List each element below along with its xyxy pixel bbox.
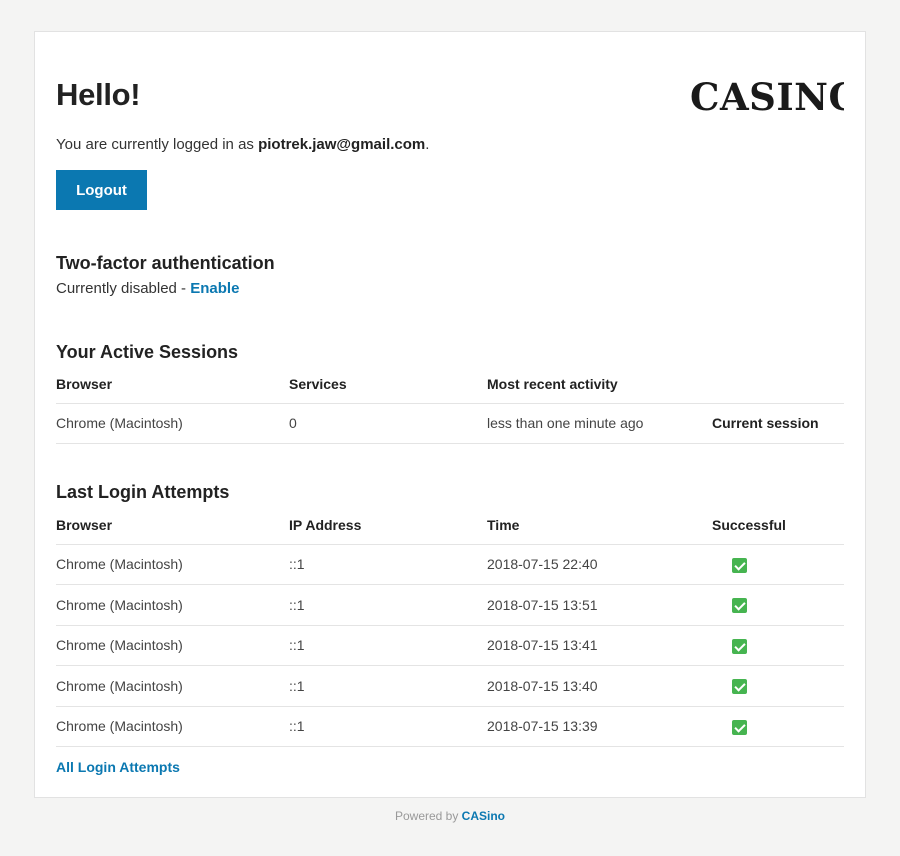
logged-in-message: You are currently logged in as piotrek.j…: [56, 136, 429, 153]
attempt-browser: Chrome (Macintosh): [56, 625, 289, 666]
attempt-ip: ::1: [289, 625, 487, 666]
column-header: Successful: [712, 506, 844, 545]
logged-in-prefix: You are currently logged in as: [56, 136, 259, 153]
table-row: Chrome (Macintosh) ::1 2018-07-15 13:51: [56, 584, 844, 626]
table-row: Chrome (Macintosh) ::1 2018-07-15 13:41: [56, 625, 844, 666]
powered-by-text: Powered by: [394, 809, 462, 823]
table-row: Chrome (Macintosh) ::1 2018-07-15 13:39: [56, 706, 844, 747]
column-header: IP Address: [289, 506, 487, 545]
attempt-ip: ::1: [289, 706, 487, 747]
casino-brand-link[interactable]: CASino: [462, 809, 505, 823]
casino-logo: CASINO: [690, 75, 844, 119]
attempt-browser: Chrome (Macintosh): [56, 584, 289, 626]
current-session-label: Current session: [712, 403, 844, 444]
attempt-successful: [712, 544, 844, 585]
user-email: piotrek.jaw@gmail.com: [258, 136, 426, 153]
attempt-browser: Chrome (Macintosh): [56, 665, 289, 707]
attempt-ip: ::1: [289, 584, 487, 626]
attempt-time: 2018-07-15 13:51: [487, 584, 712, 626]
check-icon: [732, 719, 747, 735]
attempt-browser: Chrome (Macintosh): [56, 706, 289, 747]
login-attempts-table: Browser IP Address Time Successful Chrom…: [56, 506, 844, 747]
attempt-time: 2018-07-15 13:41: [487, 625, 712, 666]
two-factor-status-text: Currently disabled -: [56, 280, 191, 297]
table-header-row: Browser Services Most recent activity: [56, 365, 844, 404]
login-attempts-title: Last Login Attempts: [56, 482, 230, 502]
active-sessions-table: Browser Services Most recent activity Ch…: [56, 365, 844, 444]
column-header: Time: [487, 506, 712, 545]
column-header: Services: [289, 365, 487, 404]
enable-two-factor-link[interactable]: Enable: [190, 280, 239, 297]
attempt-time: 2018-07-15 22:40: [487, 544, 712, 585]
two-factor-status: Currently disabled - Enable: [56, 280, 239, 297]
attempt-successful: [712, 706, 844, 747]
two-factor-title: Two-factor authentication: [56, 253, 275, 273]
footer: Powered by CASino: [0, 809, 900, 823]
attempt-successful: [712, 584, 844, 626]
check-icon: [732, 679, 747, 695]
attempt-successful: [712, 625, 844, 666]
session-activity: less than one minute ago: [487, 403, 712, 444]
column-header: Browser: [56, 506, 289, 545]
logged-in-suffix: .: [425, 136, 430, 153]
attempt-ip: ::1: [289, 665, 487, 707]
session-services: 0: [289, 403, 487, 444]
check-icon: [732, 638, 747, 654]
attempt-successful: [712, 665, 844, 707]
page-title: Hello!: [56, 77, 141, 112]
active-sessions-title: Your Active Sessions: [56, 342, 239, 362]
check-icon: [732, 598, 747, 614]
attempt-ip: ::1: [289, 544, 487, 585]
column-header: Most recent activity: [487, 365, 712, 404]
table-row: Chrome (Macintosh) ::1 2018-07-15 13:40: [56, 665, 844, 707]
table-row: Chrome (Macintosh) 0 less than one minut…: [56, 403, 844, 444]
all-login-attempts-link[interactable]: All Login Attempts: [56, 759, 180, 775]
attempt-time: 2018-07-15 13:40: [487, 665, 712, 707]
account-card: Hello! CASINO You are currently logged i…: [34, 31, 866, 798]
check-icon: [732, 557, 747, 573]
svg-text:CASINO: CASINO: [690, 75, 844, 119]
logout-button[interactable]: Logout: [56, 170, 147, 210]
column-header: Browser: [56, 365, 289, 404]
attempt-browser: Chrome (Macintosh): [56, 544, 289, 585]
attempt-time: 2018-07-15 13:39: [487, 706, 712, 747]
session-browser: Chrome (Macintosh): [56, 403, 289, 444]
table-row: Chrome (Macintosh) ::1 2018-07-15 22:40: [56, 544, 844, 585]
table-header-row: Browser IP Address Time Successful: [56, 506, 844, 545]
column-header: [712, 365, 844, 404]
